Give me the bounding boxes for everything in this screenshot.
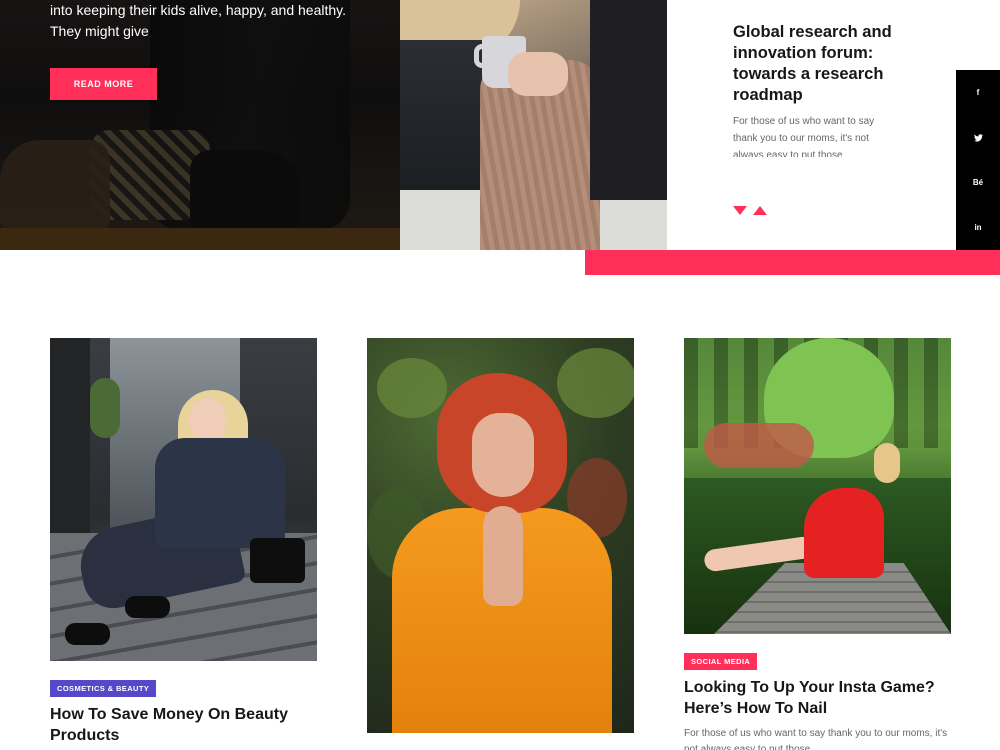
linkedin-icon[interactable]: in — [956, 205, 1000, 250]
hero-post-card: Global research and innovation forum: to… — [667, 0, 957, 250]
hero-post-excerpt: For those of us who want to say thank yo… — [733, 116, 875, 157]
hero-intro-text: into keeping their kids alive, happy, an… — [50, 2, 347, 39]
post-image-insta[interactable] — [684, 338, 951, 634]
next-arrow-icon[interactable] — [733, 206, 747, 215]
facebook-icon[interactable]: f — [956, 70, 1000, 115]
hero-image-middle — [400, 0, 667, 250]
slider-arrows — [733, 206, 767, 215]
hero-post-title[interactable]: Global research and innovation forum: to… — [733, 22, 913, 106]
behance-icon[interactable]: Bé — [956, 160, 1000, 205]
category-badge[interactable]: COSMETICS & BEAUTY — [50, 680, 157, 697]
post-excerpt: For those of us who want to say thank yo… — [684, 728, 948, 750]
twitter-icon[interactable] — [956, 115, 1000, 160]
post-title[interactable]: How To Save Money On Beauty Products — [50, 704, 317, 746]
post-image-beauty[interactable] — [50, 338, 317, 661]
prev-arrow-icon[interactable] — [753, 206, 767, 215]
accent-bar — [585, 250, 1000, 275]
hero-section: into keeping their kids alive, happy, an… — [0, 0, 1000, 275]
social-sidebar: f Bé in — [956, 70, 1000, 250]
post-image-portrait[interactable] — [367, 338, 634, 733]
post-title[interactable]: Looking To Up Your Insta Game? Here’s Ho… — [684, 677, 951, 719]
read-more-button[interactable]: READ MORE — [50, 68, 157, 100]
category-badge[interactable]: SOCIAL MEDIA — [684, 653, 758, 670]
